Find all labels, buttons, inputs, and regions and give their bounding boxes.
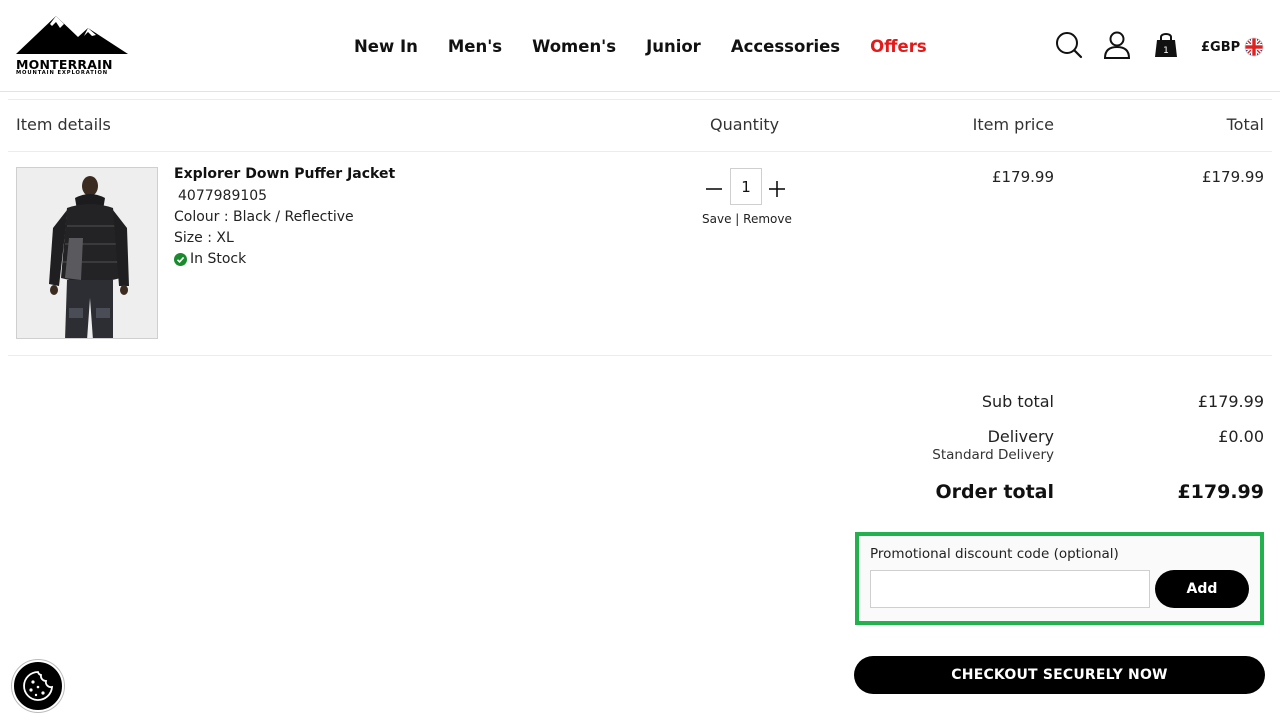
nav-item-accessories[interactable]: Accessories [731,37,840,56]
product-sku: 4077989105 [178,188,268,204]
divider [8,355,1272,356]
divider [8,151,1272,152]
product-size: Size : XL [174,230,234,246]
nav-item-new-in[interactable]: New In [354,37,418,56]
cookie-icon [23,671,53,701]
nav-item-offers[interactable]: Offers [870,37,927,56]
save-for-later-link[interactable]: Save [702,212,731,226]
main-nav: New In Men's Women's Junior Accessories … [354,34,927,58]
account-icon[interactable] [1103,30,1131,60]
column-header-item-details: Item details [16,115,111,134]
delivery-label: Delivery [987,427,1054,446]
search-icon[interactable] [1055,30,1083,60]
bag-count: 1 [1163,46,1169,56]
delivery-method: Standard Delivery [932,447,1054,463]
brand-logo[interactable]: MONTERRAIN MOUNTAIN EXPLORATION [16,14,128,78]
subtotal-label: Sub total [981,392,1054,411]
order-total-label: Order total [935,481,1054,503]
quantity-increase-button[interactable] [765,176,789,200]
checkout-button[interactable]: CHECKOUT SECURELY NOW [854,656,1265,694]
order-total-value: £179.99 [1177,481,1264,503]
nav-item-mens[interactable]: Men's [448,37,502,56]
column-header-quantity: Quantity [710,115,780,134]
item-price: £179.99 [991,168,1054,186]
item-total: £179.99 [1201,168,1264,186]
product-name[interactable]: Explorer Down Puffer Jacket [174,166,395,182]
brand-tagline: MOUNTAIN EXPLORATION [16,70,109,76]
product-image[interactable] [16,167,158,339]
item-actions: Save | Remove [702,212,792,226]
currency-selector[interactable]: £GBP [1201,36,1264,58]
promo-code-section: Promotional discount code (optional) Add [855,532,1264,625]
stock-status: In Stock [174,251,246,267]
column-header-item-price: Item price [972,115,1054,134]
check-circle-icon [174,252,187,266]
minus-icon [706,188,722,190]
currency-label: £GBP [1201,39,1241,55]
mountain-logo-icon [16,16,128,54]
promo-add-button[interactable]: Add [1155,570,1249,608]
nav-item-junior[interactable]: Junior [646,37,701,56]
product-colour: Colour : Black / Reflective [174,209,354,225]
stock-text: In Stock [190,251,247,267]
promo-code-label: Promotional discount code (optional) [870,546,1119,562]
remove-item-link[interactable]: Remove [743,212,792,226]
delivery-value: £0.00 [1218,427,1264,446]
promo-code-input[interactable] [870,570,1150,608]
plus-icon [769,181,785,197]
shopping-bag-icon[interactable]: 1 [1152,30,1180,60]
column-header-total: Total [1226,115,1264,134]
action-separator: | [735,212,740,226]
quantity-decrease-button[interactable] [702,176,726,200]
divider [8,99,1272,100]
subtotal-value: £179.99 [1197,392,1264,411]
cookie-settings-button[interactable] [12,660,64,712]
site-header: MONTERRAIN MOUNTAIN EXPLORATION New In M… [0,0,1280,92]
quantity-input[interactable] [730,168,762,205]
jacket-model-image [17,168,157,338]
uk-flag-icon [1244,37,1264,57]
nav-item-womens[interactable]: Women's [532,37,616,56]
